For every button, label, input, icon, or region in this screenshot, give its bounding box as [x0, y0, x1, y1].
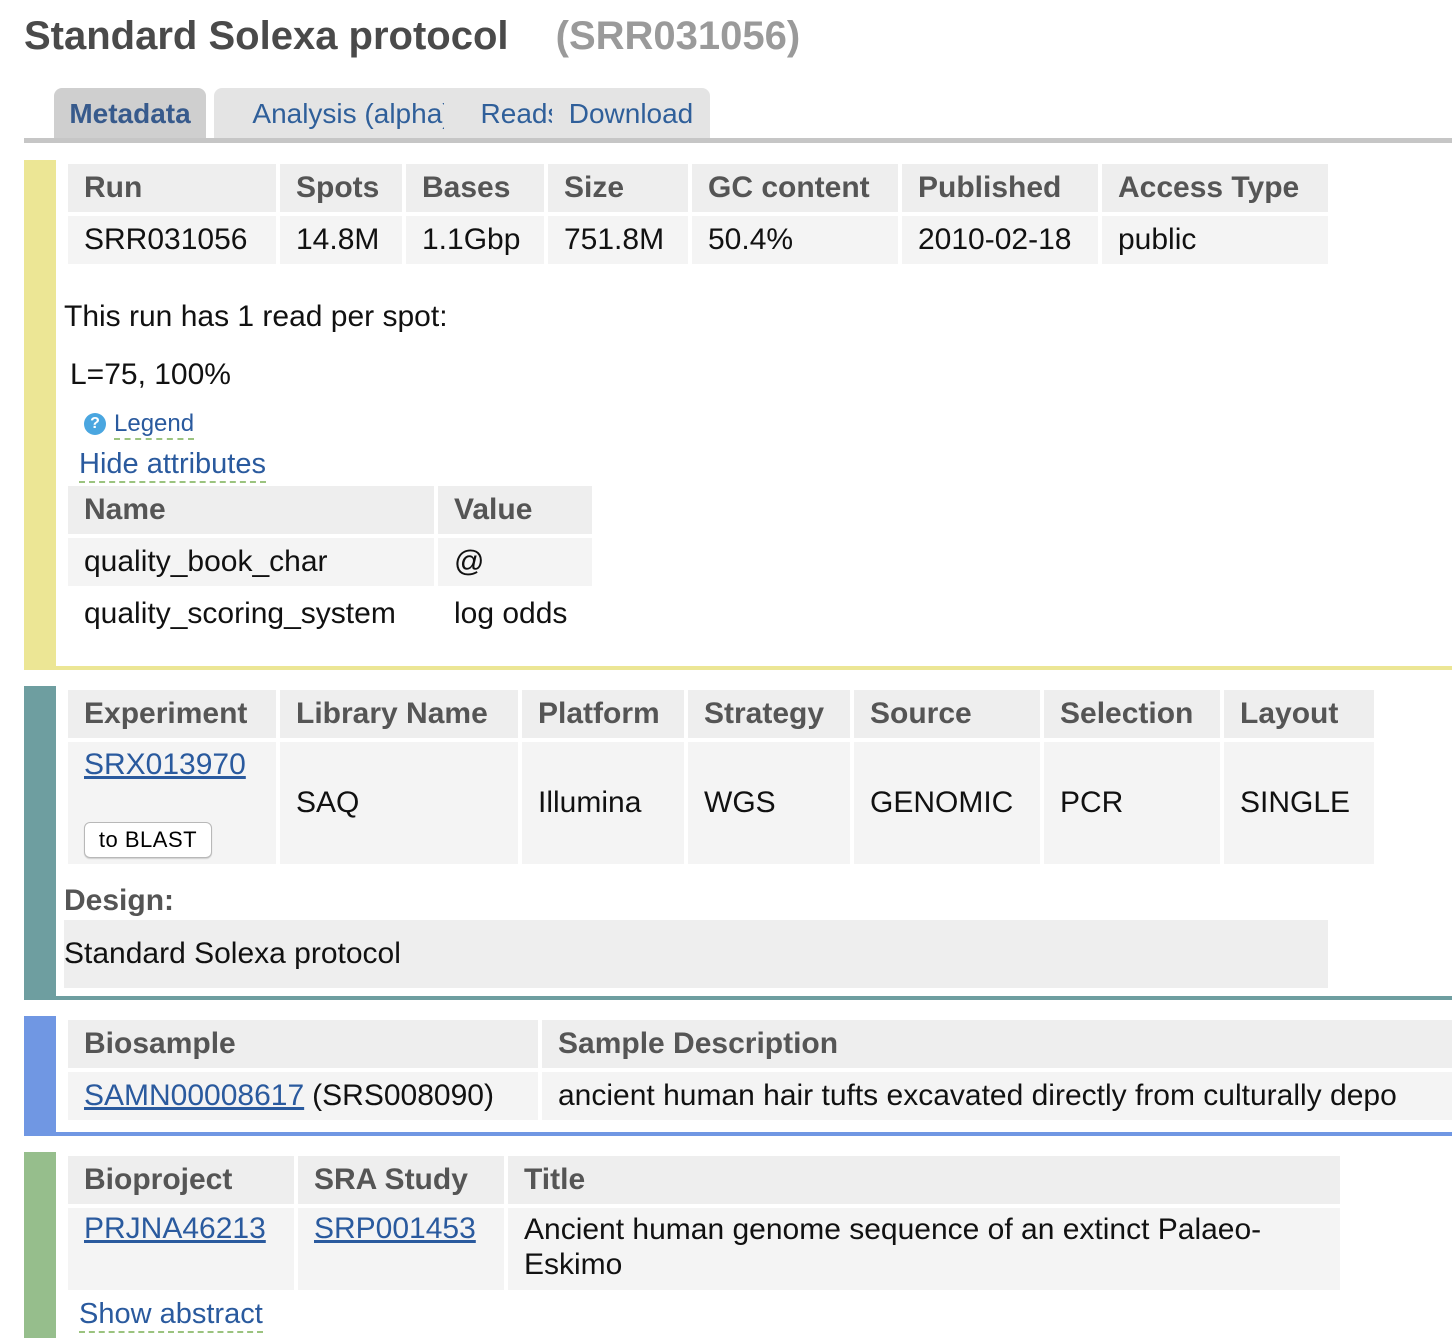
run-header-access: Access Type	[1102, 164, 1328, 212]
run-header-gc: GC content	[692, 164, 898, 212]
sample-description-header: Sample Description	[542, 1020, 1452, 1068]
sra-study-link[interactable]: SRP001453	[314, 1212, 476, 1246]
exp-value-source: GENOMIC	[854, 742, 1040, 864]
tab-metadata[interactable]: Metadata	[54, 88, 206, 140]
exp-header-source: Source	[854, 690, 1040, 738]
project-title-line: Eskimo	[524, 1248, 623, 1281]
experiment-panel-bar	[24, 686, 56, 1000]
run-value-bases: 1.1Gbp	[406, 216, 544, 264]
read-layout-text: L=75, 100%	[70, 358, 231, 391]
sra-study-header: SRA Study	[298, 1156, 504, 1204]
biosample-cell: SAMN00008617 (SRS008090)	[68, 1072, 538, 1120]
exp-header-layout: Layout	[1224, 690, 1374, 738]
run-value-size: 751.8M	[548, 216, 688, 264]
biosample-header: Biosample	[68, 1020, 538, 1068]
run-value-access: public	[1102, 216, 1328, 264]
sra-study-cell: SRP001453	[298, 1208, 504, 1290]
tab-download[interactable]: Download	[552, 88, 710, 140]
bioproject-panel-bar	[24, 1152, 56, 1338]
experiment-panel-border	[24, 996, 1452, 1000]
page-title: Standard Solexa protocol (SRR031056)	[24, 14, 800, 59]
exp-header-library: Library Name	[280, 690, 518, 738]
attr-header-name: Name	[68, 486, 434, 534]
exp-value-strategy: WGS	[688, 742, 850, 864]
project-title: Ancient human genome sequence of an exti…	[508, 1208, 1340, 1290]
attr-row-value: @	[438, 538, 592, 586]
page-title-text: Standard Solexa protocol	[24, 14, 509, 58]
exp-header-platform: Platform	[522, 690, 684, 738]
exp-value-layout: SINGLE	[1224, 742, 1374, 864]
exp-value-selection: PCR	[1044, 742, 1220, 864]
hide-attributes-link[interactable]: Hide attributes	[79, 448, 266, 483]
show-abstract-link[interactable]: Show abstract	[79, 1298, 263, 1333]
to-blast-button[interactable]: to BLAST	[84, 822, 212, 858]
run-value-published: 2010-02-18	[902, 216, 1098, 264]
biosample-panel-border	[24, 1132, 1452, 1136]
tabs-divider	[24, 138, 1452, 143]
help-question-icon[interactable]: ?	[84, 413, 106, 435]
title-header: Title	[508, 1156, 1340, 1204]
exp-header-selection: Selection	[1044, 690, 1220, 738]
run-panel-border	[24, 666, 1452, 670]
exp-header-strategy: Strategy	[688, 690, 850, 738]
exp-value-library: SAQ	[280, 742, 518, 864]
experiment-accession-link[interactable]: SRX013970	[84, 748, 246, 782]
exp-value-platform: Illumina	[522, 742, 684, 864]
bioproject-cell: PRJNA46213	[68, 1208, 294, 1290]
run-panel-bar	[24, 160, 56, 670]
attr-row-name: quality_scoring_system	[84, 597, 396, 630]
run-value-run: SRR031056	[68, 216, 276, 264]
exp-header-experiment: Experiment	[68, 690, 276, 738]
run-header-run: Run	[68, 164, 276, 212]
design-text: Standard Solexa protocol	[64, 920, 1328, 988]
design-label: Design:	[64, 884, 175, 917]
run-header-published: Published	[902, 164, 1098, 212]
bioproject-header: Bioproject	[68, 1156, 294, 1204]
run-value-gc: 50.4%	[692, 216, 898, 264]
sample-description: ancient human hair tufts excavated direc…	[542, 1072, 1452, 1120]
legend-link[interactable]: Legend	[114, 410, 195, 440]
run-header-spots: Spots	[280, 164, 402, 212]
biosample-accession-link[interactable]: SAMN00008617	[84, 1079, 304, 1113]
attr-row-value: log odds	[454, 597, 568, 630]
reads-per-spot-text: This run has 1 read per spot:	[64, 300, 448, 333]
run-header-bases: Bases	[406, 164, 544, 212]
run-accession-title: (SRR031056)	[555, 14, 801, 58]
attr-header-value: Value	[438, 486, 592, 534]
run-header-size: Size	[548, 164, 688, 212]
run-value-spots: 14.8M	[280, 216, 402, 264]
attr-row-name: quality_book_char	[68, 538, 434, 586]
sra-sample-accession: (SRS008090)	[312, 1079, 494, 1112]
biosample-panel-bar	[24, 1016, 56, 1136]
project-title-line: Ancient human genome sequence of an exti…	[524, 1213, 1262, 1246]
bioproject-accession-link[interactable]: PRJNA46213	[84, 1212, 266, 1246]
